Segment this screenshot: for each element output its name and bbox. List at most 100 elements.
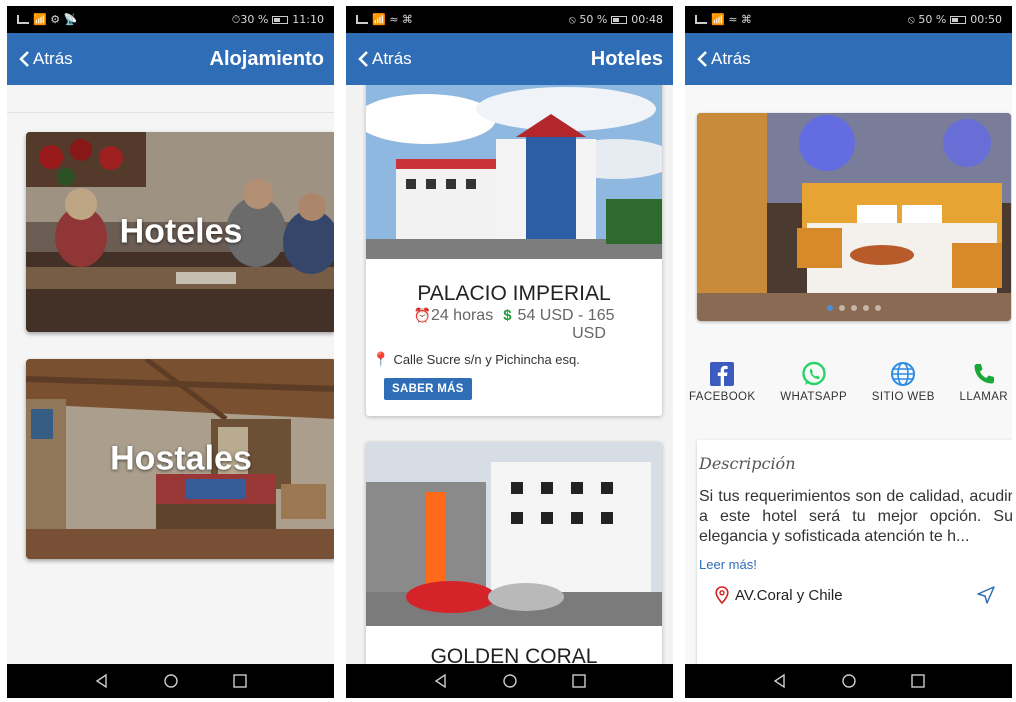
status-icons: 📶 ≈ ⌘ [711,13,752,26]
facebook-icon [710,362,735,386]
nav-back-icon[interactable] [94,673,110,689]
carousel-dot[interactable] [875,305,881,311]
battery-percent: ⏱30 % [231,12,269,26]
status-bar: 📶 ≈ ⌘ ⦸ 50 % 00:50 [685,6,1012,33]
nav-recents-icon[interactable] [910,673,926,689]
screen-hotel-detail: 📶 ≈ ⌘ ⦸ 50 % 00:50 Atrás FACEBOOK WHATSA… [685,6,1012,698]
signal-icon [356,15,368,24]
clock-time: 11:10 [292,13,324,26]
address-text: Calle Sucre s/n y Pichincha esq. [393,352,580,367]
back-button[interactable]: Atrás [17,49,73,69]
description-card: Descripción Si tus requerimientos son de… [697,440,1012,664]
nav-home-icon[interactable] [502,673,518,689]
battery-icon [950,15,967,24]
category-label: Hoteles [119,212,243,251]
call-link[interactable]: LLAMAR [960,361,1008,403]
hotel-list: PALACIO IMPERIAL ⏰24 horas $54 USD - 165… [346,85,673,664]
read-more-link[interactable]: Leer más! [699,557,1012,572]
android-nav-bar [7,664,334,698]
status-icons: 📶 ⚙ 📡 [33,13,78,26]
chevron-left-icon [697,51,707,67]
divider [7,112,334,113]
location-address: AV.Coral y Chile [735,586,843,604]
signal-icon [17,15,29,24]
whatsapp-icon [801,361,826,386]
clock-time: 00:48 [631,13,663,26]
nav-back-icon[interactable] [772,673,788,689]
signal-icon [695,15,707,24]
carousel-dot[interactable] [863,305,869,311]
app-bar: Atrás Hoteles [346,33,673,85]
hotel-name: PALACIO IMPERIAL [417,282,611,305]
facebook-label: FACEBOOK [689,391,756,403]
android-nav-bar [685,664,1012,698]
description-text: Si tus requerimientos son de calidad, ac… [699,488,1012,545]
back-label: Atrás [372,49,412,68]
hotel-photo [366,85,662,259]
battery-icon [272,15,289,24]
map-pin-icon [715,586,729,604]
dollar-icon: $ [503,307,512,324]
map-pin-icon: 📍 [372,351,390,367]
category-card-hoteles[interactable]: Hoteles [26,132,334,332]
chevron-left-icon [358,51,368,67]
website-label: SITIO WEB [871,391,935,403]
android-nav-bar [346,664,673,698]
battery-percent: ⦸ 50 % [568,12,608,26]
nav-recents-icon[interactable] [232,673,248,689]
hotel-name: GOLDEN CORAL [430,645,598,664]
clock-time: 00:50 [970,13,1002,26]
hotel-detail: FACEBOOK WHATSAPP SITIO WEB LLAMAR Descr… [685,85,1012,664]
hotel-card[interactable]: PALACIO IMPERIAL ⏰24 horas $54 USD - 165… [366,85,662,416]
back-button[interactable]: Atrás [695,49,751,69]
nav-home-icon[interactable] [841,673,857,689]
page-title: Hoteles [590,47,663,70]
description-title: Descripción [699,454,796,473]
phone-icon [974,364,994,384]
back-button[interactable]: Atrás [356,49,412,69]
location-row[interactable]: AV.Coral y Chile [699,586,1012,604]
back-label: Atrás [33,49,73,68]
price-group: $54 USD - 165 USD [503,307,614,343]
category-label: Hostales [110,439,252,478]
hotel-room-photo [697,113,1011,321]
saber-mas-button[interactable]: SABER MÁS [384,378,472,400]
alarm-clock-icon: ⏰ [413,307,431,323]
hotel-price: 54 USD - 165 USD [518,307,615,343]
category-list: Hoteles Hostales [7,85,334,664]
call-label: LLAMAR [959,391,1008,403]
screen-alojamiento: 📶 ⚙ 📡 ⏱30 % 11:10 Atrás Alojamiento Hote… [7,6,334,698]
nav-home-icon[interactable] [163,673,179,689]
nav-recents-icon[interactable] [571,673,587,689]
chevron-left-icon [19,51,29,67]
screen-hoteles: 📶 ≈ ⌘ ⦸ 50 % 00:48 Atrás Hoteles PALACIO… [346,6,673,698]
app-bar: Atrás [685,33,1012,85]
navigation-arrow-icon[interactable] [977,586,995,604]
category-card-hostales[interactable]: Hostales [26,359,334,559]
status-bar: 📶 ⚙ 📡 ⏱30 % 11:10 [7,6,334,33]
whatsapp-label: WHATSAPP [780,391,848,403]
globe-icon [891,362,916,386]
hotel-info-row: ⏰24 horas $54 USD - 165 USD [366,307,662,343]
status-bar: 📶 ≈ ⌘ ⦸ 50 % 00:48 [346,6,673,33]
whatsapp-link[interactable]: WHATSAPP [780,361,847,403]
battery-percent: ⦸ 50 % [907,12,947,26]
hours-group: ⏰24 horas [414,307,494,325]
photo-carousel[interactable] [697,113,1011,321]
hotel-hours: 24 horas [430,307,494,324]
price-line2: USD [572,325,606,342]
carousel-dot[interactable] [827,305,833,311]
carousel-dot[interactable] [851,305,857,311]
facebook-link[interactable]: FACEBOOK [689,361,755,403]
app-bar: Atrás Alojamiento [7,33,334,85]
back-label: Atrás [711,49,751,68]
page-title: Alojamiento [209,47,324,70]
carousel-dots[interactable] [697,305,1011,311]
carousel-dot[interactable] [839,305,845,311]
price-line1: 54 USD - 165 [517,307,615,324]
hotel-photo [366,442,662,626]
hotel-card[interactable]: GOLDEN CORAL [366,442,662,664]
nav-back-icon[interactable] [433,673,449,689]
battery-icon [611,15,628,24]
website-link[interactable]: SITIO WEB [872,361,935,403]
